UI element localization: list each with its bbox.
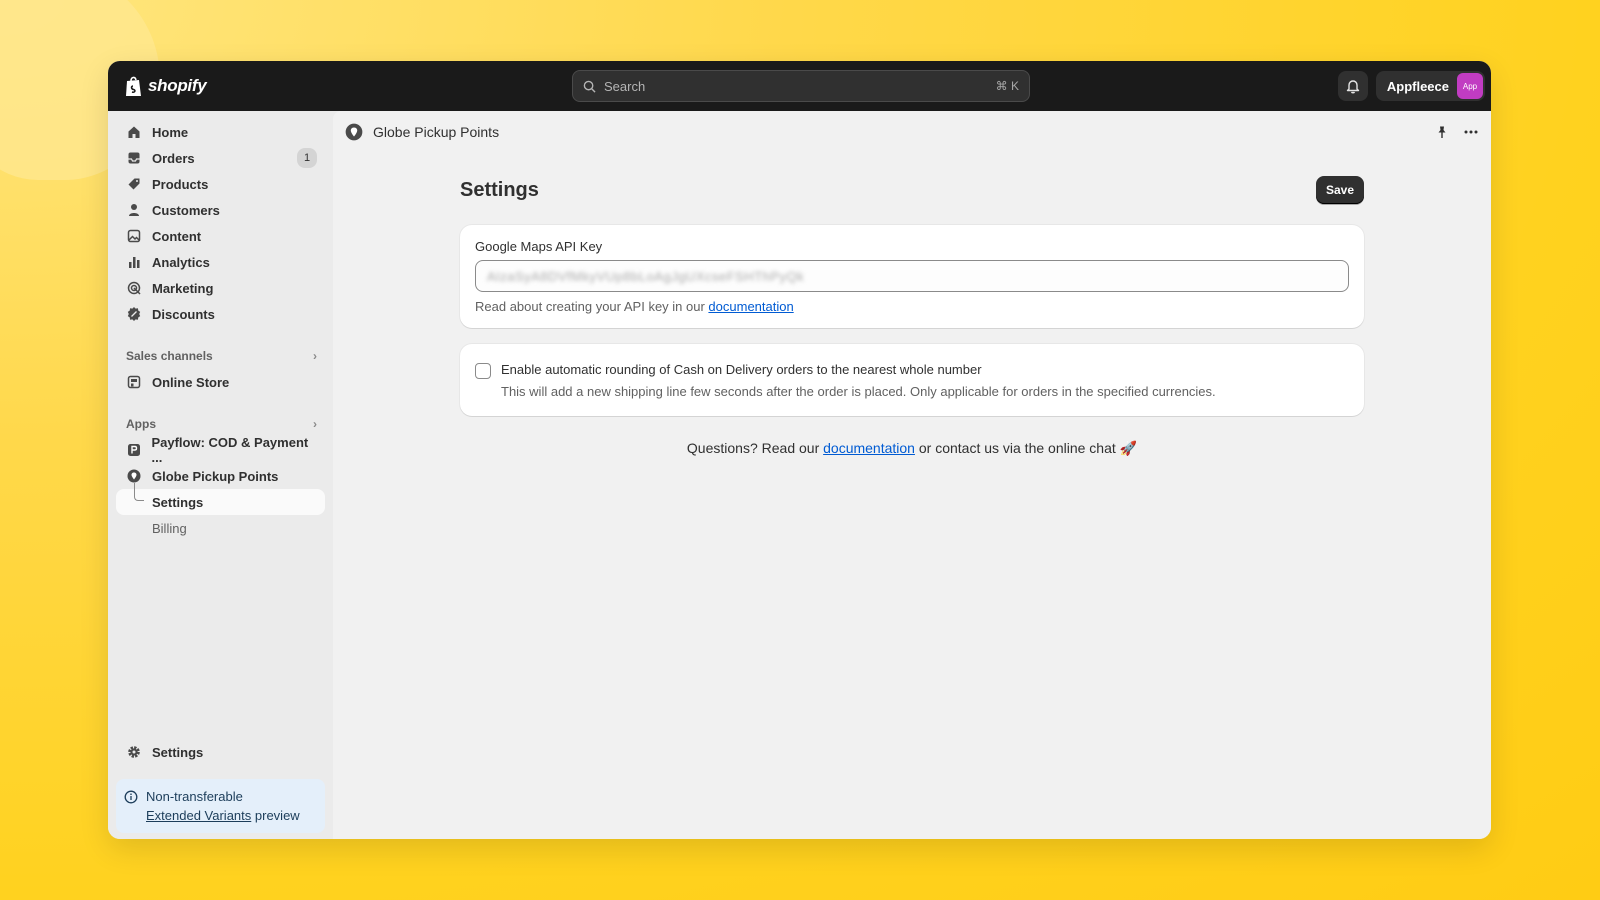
- top-bar: shopify Search ⌘ K Appfleece App: [108, 61, 1491, 111]
- sidebar-bottom: Settings Non-transferable Extended Varia…: [116, 739, 325, 839]
- account-name: Appfleece: [1386, 78, 1449, 94]
- top-right-controls: Appfleece App: [1337, 71, 1485, 101]
- logo-text: shopify: [148, 76, 207, 95]
- more-options-icon[interactable]: [1463, 125, 1479, 139]
- sidebar-subitem-label: Billing: [152, 520, 187, 536]
- sidebar-item-label: Content: [152, 228, 202, 244]
- cod-rounding-description: This will add a new shipping line few se…: [501, 384, 1216, 399]
- sidebar-subitem-settings[interactable]: Settings: [116, 483, 325, 515]
- api-key-input-wrapper: AIzaSyA8DVfMkyVUp8bLoAgJgUXcseFSHThPyQk: [475, 260, 1349, 292]
- sidebar-item-label: Orders: [152, 150, 195, 166]
- sidebar-item-payflow[interactable]: Payflow: COD & Payment ...: [116, 435, 325, 465]
- avatar: App: [1457, 73, 1483, 99]
- chevron-right-icon: ›: [313, 417, 317, 431]
- settings-content: Settings Save Google Maps API Key AIzaSy…: [460, 175, 1364, 457]
- sidebar-item-label: Online Store: [152, 374, 230, 390]
- gear-icon: [126, 744, 142, 760]
- search-bar[interactable]: Search ⌘ K: [572, 70, 1030, 102]
- sidebar-item-globe-pickup-points[interactable]: Globe Pickup Points: [116, 463, 325, 489]
- api-key-card: Google Maps API Key AIzaSyA8DVfMkyVUp8bL…: [460, 225, 1364, 328]
- location-pin-icon: [126, 468, 142, 484]
- sidebar-item-label: Payflow: COD & Payment ...: [151, 435, 309, 465]
- cod-rounding-option: Enable automatic rounding of Cash on Del…: [475, 358, 1349, 402]
- sidebar-item-settings[interactable]: Settings: [116, 739, 325, 765]
- sidebar-item-orders[interactable]: Orders 1: [116, 145, 325, 171]
- notifications-button[interactable]: [1337, 71, 1368, 101]
- sidebar: Home Orders 1 Products Customers Content…: [108, 111, 333, 839]
- app-title: Globe Pickup Points: [373, 124, 500, 140]
- apps-header[interactable]: Apps ›: [116, 411, 325, 437]
- tag-icon: [126, 176, 142, 192]
- footer-suffix: or contact us via the online chat 🚀: [914, 440, 1138, 456]
- shopify-admin-window: shopify Search ⌘ K Appfleece App Home Or…: [108, 61, 1491, 839]
- sidebar-item-analytics[interactable]: Analytics: [116, 249, 325, 275]
- search-placeholder: Search: [604, 78, 646, 94]
- sidebar-item-label: Products: [152, 176, 209, 192]
- home-icon: [126, 124, 142, 140]
- sidebar-item-label: Discounts: [152, 306, 215, 322]
- inbox-icon: [126, 150, 142, 166]
- footer-prefix: Questions? Read our: [686, 440, 824, 456]
- sidebar-subitem-billing[interactable]: Billing: [116, 515, 325, 541]
- shopify-bag-icon: [126, 76, 141, 96]
- cod-rounding-checkbox[interactable]: [475, 363, 491, 379]
- bell-icon: [1346, 79, 1360, 93]
- chevron-right-icon: ›: [313, 349, 317, 363]
- sales-channels-label: Sales channels: [126, 349, 213, 363]
- location-pin-icon: [345, 123, 363, 141]
- image-icon: [126, 228, 142, 244]
- notice-suffix: preview: [251, 808, 300, 823]
- app-title-bar: Globe Pickup Points: [333, 111, 1491, 153]
- info-icon: [124, 790, 138, 804]
- search-icon: [583, 80, 596, 93]
- sidebar-item-home[interactable]: Home: [116, 119, 325, 145]
- tree-connector: [134, 483, 144, 501]
- api-key-label: Google Maps API Key: [475, 239, 603, 254]
- sidebar-item-marketing[interactable]: Marketing: [116, 275, 325, 301]
- store-icon: [126, 374, 142, 390]
- sales-channels-header[interactable]: Sales channels ›: [116, 343, 325, 369]
- person-icon: [126, 202, 142, 218]
- sidebar-item-label: Home: [152, 124, 189, 140]
- pin-icon[interactable]: [1435, 125, 1449, 139]
- help-text: Read about creating your API key in our: [475, 299, 709, 314]
- sidebar-item-label: Marketing: [152, 280, 214, 296]
- api-key-value: AIzaSyA8DVfMkyVUp8bLoAgJgUXcseFSHThPyQk: [487, 269, 805, 284]
- sidebar-item-label: Settings: [152, 744, 204, 760]
- page-title: Settings: [460, 178, 539, 201]
- notice-line1: Non-transferable: [146, 789, 243, 804]
- title-row: Settings Save: [460, 175, 1364, 205]
- footer-documentation-link[interactable]: documentation: [823, 440, 915, 456]
- main-content: Globe Pickup Points Settings Save Google…: [333, 111, 1491, 839]
- account-menu[interactable]: Appfleece App: [1375, 71, 1485, 101]
- save-button[interactable]: Save: [1315, 176, 1364, 204]
- search-shortcut: ⌘ K: [995, 79, 1019, 93]
- payflow-app-icon: [126, 442, 141, 458]
- cod-rounding-card: Enable automatic rounding of Cash on Del…: [460, 344, 1364, 416]
- sidebar-item-content[interactable]: Content: [116, 223, 325, 249]
- extended-variants-link[interactable]: Extended Variants: [146, 808, 251, 823]
- cod-rounding-label[interactable]: Enable automatic rounding of Cash on Del…: [501, 358, 1216, 382]
- shopify-logo[interactable]: shopify: [124, 75, 207, 97]
- discount-icon: [126, 306, 142, 322]
- bar-chart-icon: [126, 254, 142, 270]
- sidebar-item-label: Globe Pickup Points: [152, 468, 279, 484]
- sidebar-item-products[interactable]: Products: [116, 171, 325, 197]
- sidebar-item-label: Customers: [152, 202, 220, 218]
- sidebar-subitem-label: Settings: [152, 494, 204, 510]
- orders-count-badge: 1: [297, 148, 317, 168]
- target-icon: [126, 280, 142, 296]
- sidebar-item-label: Analytics: [152, 254, 210, 270]
- sidebar-item-customers[interactable]: Customers: [116, 197, 325, 223]
- apps-label: Apps: [126, 417, 156, 431]
- preview-notice: Non-transferable Extended Variants previ…: [116, 779, 325, 833]
- sidebar-item-online-store[interactable]: Online Store: [116, 369, 325, 395]
- sidebar-item-discounts[interactable]: Discounts: [116, 301, 325, 327]
- documentation-link[interactable]: documentation: [708, 299, 793, 314]
- help-footer: Questions? Read our documentation or con…: [460, 440, 1364, 457]
- api-key-help: Read about creating your API key in our …: [475, 299, 1349, 314]
